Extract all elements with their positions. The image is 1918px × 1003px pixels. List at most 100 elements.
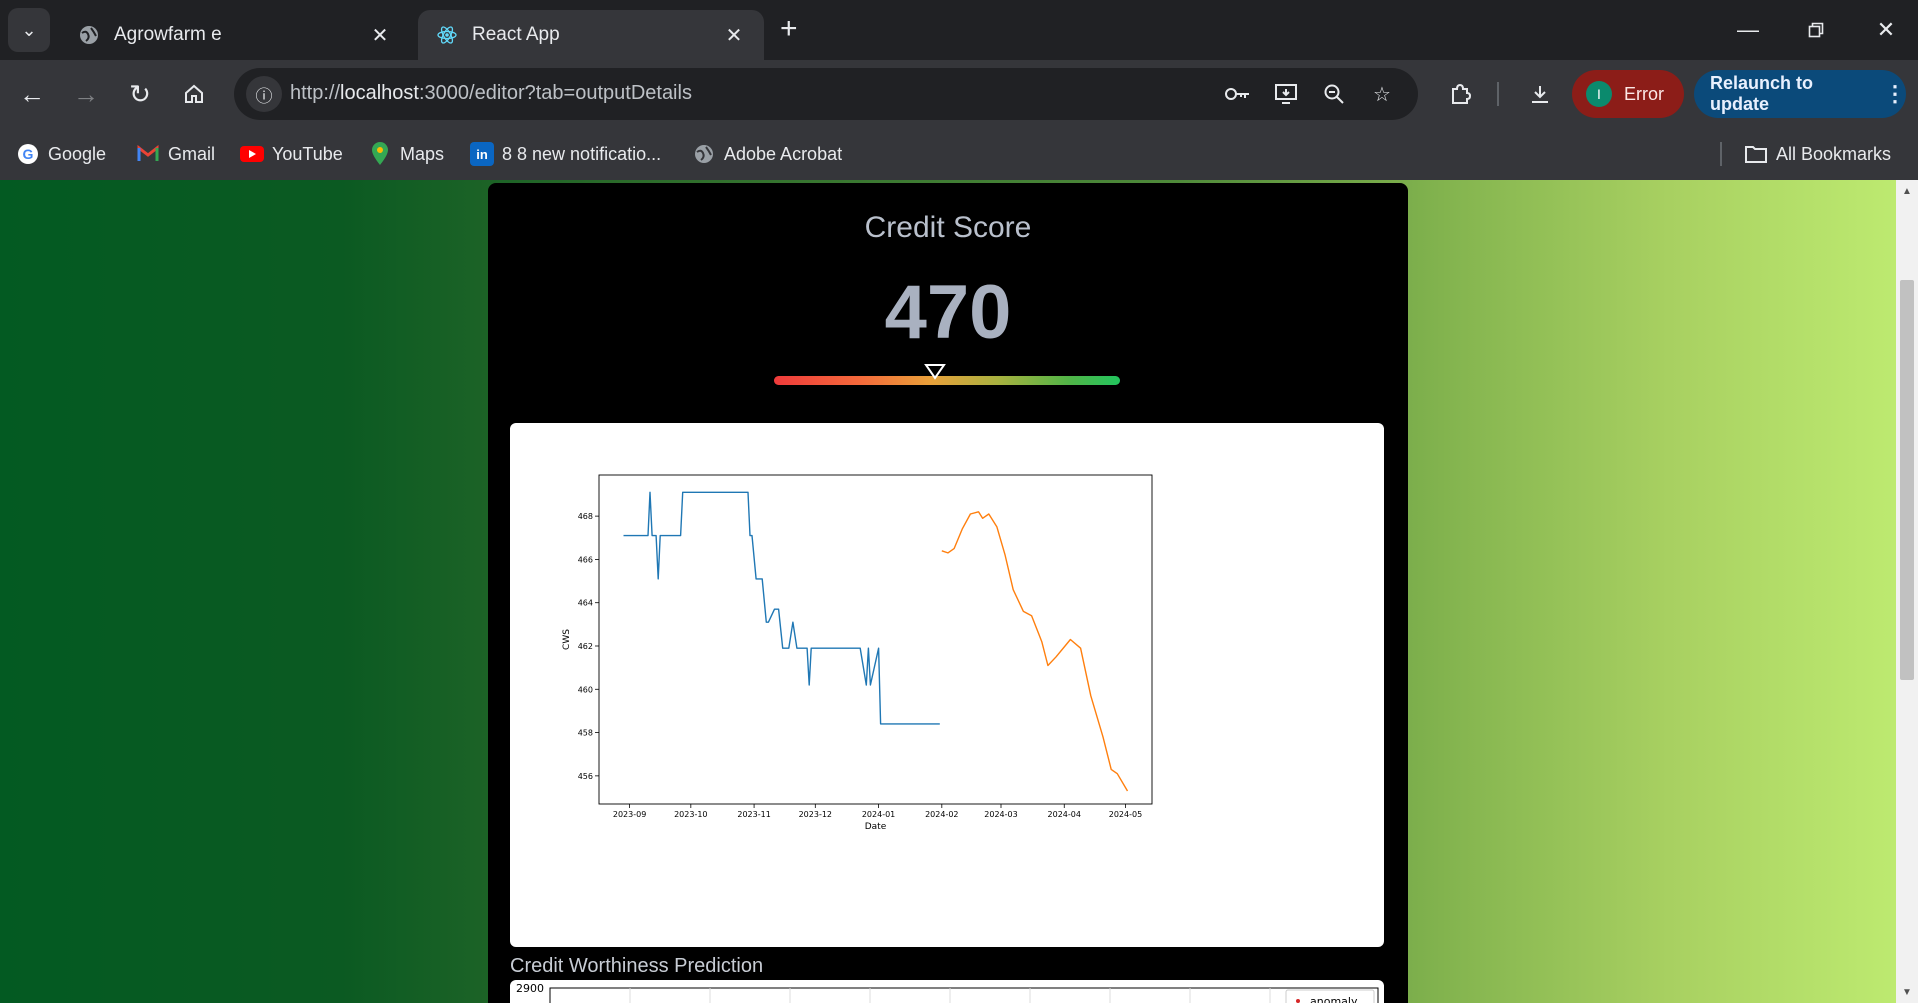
legend-marker [1296, 999, 1300, 1003]
x-tick-label: 2023-10 [674, 810, 707, 819]
relaunch-button[interactable]: Relaunch to update ⋮ [1694, 70, 1906, 118]
avatar: I [1586, 81, 1612, 107]
profile-error-button[interactable]: I Error [1572, 70, 1684, 118]
prediction-chart-panel: 2900 anomaly [510, 980, 1384, 1003]
url-text[interactable]: http://localhost:3000/editor?tab=outputD… [290, 82, 692, 105]
y-tick-label: 464 [578, 599, 593, 608]
legend-label: anomaly [1310, 995, 1358, 1003]
google-icon: G [16, 142, 40, 166]
home-icon[interactable] [174, 74, 214, 114]
reload-icon[interactable]: ↻ [120, 74, 160, 114]
gauge-pointer-icon [923, 364, 946, 380]
tab-react-app[interactable]: React App ✕ [418, 10, 764, 60]
x-tick-label: 2023-09 [613, 810, 646, 819]
all-bookmarks-label: All Bookmarks [1776, 143, 1892, 164]
bookmark-label: Adobe Acrobat [724, 143, 843, 164]
forward-arrow-icon[interactable]: → [66, 74, 106, 114]
y-axis-label: CWS [562, 629, 572, 650]
page-viewport: Credit Score 470 456 458 460 462 464 466 468 20… [0, 180, 1896, 1003]
back-arrow-icon[interactable]: ← [12, 74, 52, 114]
url-scheme: http:// [290, 82, 341, 104]
linkedin-icon: in [470, 142, 494, 166]
toolbar-divider [1497, 82, 1499, 106]
series-line-2 [941, 511, 1129, 792]
key-icon[interactable] [1222, 78, 1254, 110]
bookmark-maps[interactable]: Maps [368, 140, 444, 168]
minimize-icon[interactable]: — [1728, 12, 1768, 48]
new-tab-plus-icon[interactable]: + [780, 14, 798, 44]
extensions-icon[interactable] [1440, 74, 1480, 114]
credit-score-card: Credit Score 470 456 458 460 462 464 466 468 20… [488, 183, 1408, 1003]
bookmark-linkedin[interactable]: in 8 8 new notificatio... [470, 140, 661, 168]
scroll-down-icon[interactable]: ▼ [1896, 981, 1918, 1003]
all-bookmarks-button[interactable]: All Bookmarks [1744, 140, 1891, 168]
bookmark-youtube[interactable]: YouTube [240, 140, 343, 168]
globe-icon [692, 142, 716, 166]
gmail-icon [136, 142, 160, 166]
close-icon[interactable]: ✕ [368, 23, 392, 48]
error-label: Error [1624, 83, 1664, 104]
svg-text:G: G [23, 146, 34, 162]
close-icon[interactable]: ✕ [722, 23, 746, 48]
relaunch-label: Relaunch to update [1710, 73, 1814, 114]
x-tick-label: 2023-12 [799, 810, 832, 819]
bookmarks-bar: G Google Gmail YouTube Maps in 8 8 new no… [0, 128, 1918, 180]
url-host: localhost [340, 82, 419, 104]
tab-agrowfarm[interactable]: Agrowfarm e ✕ [60, 10, 410, 60]
youtube-icon [240, 142, 264, 166]
x-tick-label: 2023-11 [737, 810, 770, 819]
y-tick-label: 466 [578, 555, 593, 564]
series-line-1 [623, 491, 940, 725]
browser-toolbar: ← → ↻ ⓘ http://localhost:3000/editor?tab… [0, 60, 1918, 128]
bookmark-gmail[interactable]: Gmail [136, 140, 215, 168]
bookmark-label: Google [48, 143, 107, 164]
download-icon[interactable] [1520, 74, 1560, 114]
score-value: 470 [884, 270, 1012, 355]
chevron-down-icon: ⌄ [21, 19, 37, 40]
bookmark-google[interactable]: G Google [16, 140, 106, 168]
site-info-icon[interactable]: ⓘ [246, 76, 282, 112]
x-tick-label: 2024-02 [925, 810, 958, 819]
tab-strip: ⌄ Agrowfarm e ✕ React App ✕ + — ✕ [0, 0, 1918, 60]
bookmark-label: YouTube [272, 143, 343, 164]
y-tick-label: 460 [578, 685, 593, 694]
url-path: :3000/editor?tab=outputDetails [418, 82, 692, 104]
tab-title: React App [472, 24, 560, 45]
cws-chart-panel: 456 458 460 462 464 466 468 2023-09 2023-10 2023-… [510, 423, 1384, 947]
scrollbar-thumb[interactable] [1900, 280, 1914, 680]
y-tick-label: 468 [578, 512, 593, 521]
star-bookmark-icon[interactable]: ☆ [1366, 78, 1398, 110]
section-title: Credit Worthiness Prediction [510, 955, 764, 977]
folder-icon [1744, 142, 1768, 166]
globe-icon [78, 24, 100, 46]
zoom-icon[interactable] [1318, 78, 1350, 110]
plot-frame [598, 474, 1153, 805]
address-bar[interactable]: ⓘ http://localhost:3000/editor?tab=outpu… [234, 68, 1418, 120]
x-tick-label: 2024-04 [1048, 810, 1081, 819]
restore-icon[interactable] [1796, 12, 1836, 48]
tab-title: Agrowfarm e [114, 24, 222, 45]
prediction-chart: 2900 anomaly [516, 982, 1379, 1003]
plot-frame [549, 987, 1379, 1003]
react-icon [436, 24, 458, 46]
page-scrollbar[interactable]: ▲ ▼ [1896, 180, 1918, 1003]
bookmarks-divider [1720, 142, 1722, 166]
window-close-icon[interactable]: ✕ [1866, 12, 1906, 48]
tab-search-button[interactable]: ⌄ [8, 8, 50, 52]
x-tick-label: 2024-01 [862, 810, 895, 819]
x-tick-label: 2024-03 [984, 810, 1017, 819]
more-vert-icon[interactable]: ⋮ [1884, 81, 1906, 107]
y-tick-label: 2900 [516, 982, 544, 995]
y-tick-label: 458 [578, 729, 593, 738]
score-title: Credit Score [864, 211, 1032, 244]
cws-line-chart: 456 458 460 462 464 466 468 2023-09 2023-10 2023-… [562, 474, 1153, 832]
x-tick-label: 2024-05 [1109, 810, 1142, 819]
y-tick-label: 456 [578, 772, 593, 781]
score-gauge-bar [774, 376, 1120, 385]
bookmark-label: Gmail [168, 143, 216, 164]
scroll-up-icon[interactable]: ▲ [1896, 180, 1918, 202]
bookmark-adobe-acrobat[interactable]: Adobe Acrobat [692, 140, 842, 168]
y-tick-label: 462 [578, 642, 593, 651]
install-app-icon[interactable] [1270, 78, 1302, 110]
bookmark-label: Maps [400, 143, 445, 164]
